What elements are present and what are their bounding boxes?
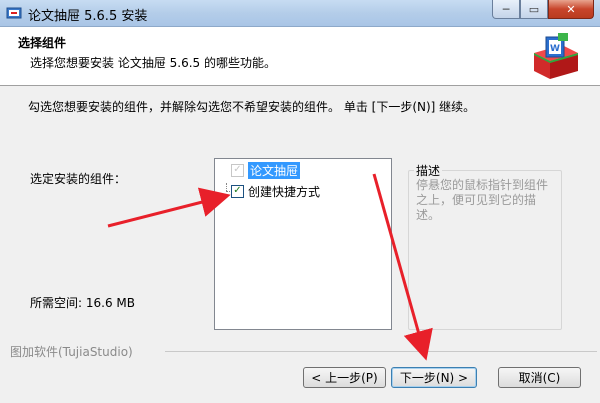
description-text: 停悬您的鼠标指针到组件之上，便可见到它的描述。 <box>416 178 549 222</box>
checkbox-disabled-icon[interactable]: ✓ <box>231 163 244 177</box>
cancel-button[interactable]: 取消(C) <box>498 367 581 388</box>
next-button[interactable]: 下一步(N) > <box>391 367 477 388</box>
window-controls: ─ ▭ ✕ <box>492 0 594 20</box>
brand-label: 图加软件(TujiaStudio) <box>10 345 133 359</box>
components-tree[interactable]: ✓ 论文抽屉 ✓ 创建快捷方式 <box>214 158 392 330</box>
divider <box>165 351 597 352</box>
component-label: 论文抽屉 <box>248 161 301 179</box>
component-label: 创建快捷方式 <box>248 184 321 199</box>
product-logo-icon: W <box>534 33 578 79</box>
checkbox-checked-icon[interactable]: ✓ <box>231 184 244 198</box>
description-title: 描述 <box>414 162 443 179</box>
instruction-text: 勾选您想要安装的组件，并解除勾选您不希望安装的组件。 单击 [下一步(N)] 继… <box>28 100 476 114</box>
app-icon <box>6 7 22 19</box>
close-button[interactable]: ✕ <box>548 0 594 19</box>
required-space-label: 所需空间: 16.6 MB <box>30 296 135 310</box>
title-bar: 论文抽屉 5.6.5 安装 ─ ▭ ✕ <box>0 0 600 27</box>
wizard-header: 选择组件 选择您想要安装 论文抽屉 5.6.5 的哪些功能。 W <box>0 27 600 86</box>
component-item[interactable]: ✓ 创建快捷方式 <box>221 183 320 199</box>
back-button[interactable]: < 上一步(P) <box>303 367 386 388</box>
component-item[interactable]: ✓ 论文抽屉 <box>221 161 301 179</box>
svg-text:W: W <box>550 44 560 54</box>
select-components-label: 选定安装的组件： <box>30 172 127 186</box>
wizard-body: 勾选您想要安装的组件，并解除勾选您不希望安装的组件。 单击 [下一步(N)] 继… <box>0 86 600 403</box>
minimize-button[interactable]: ─ <box>492 0 520 19</box>
window-title: 论文抽屉 5.6.5 安装 <box>28 9 148 24</box>
page-title: 选择组件 <box>18 36 67 50</box>
maximize-button[interactable]: ▭ <box>520 0 548 19</box>
page-subtitle: 选择您想要安装 论文抽屉 5.6.5 的哪些功能。 <box>30 56 276 70</box>
